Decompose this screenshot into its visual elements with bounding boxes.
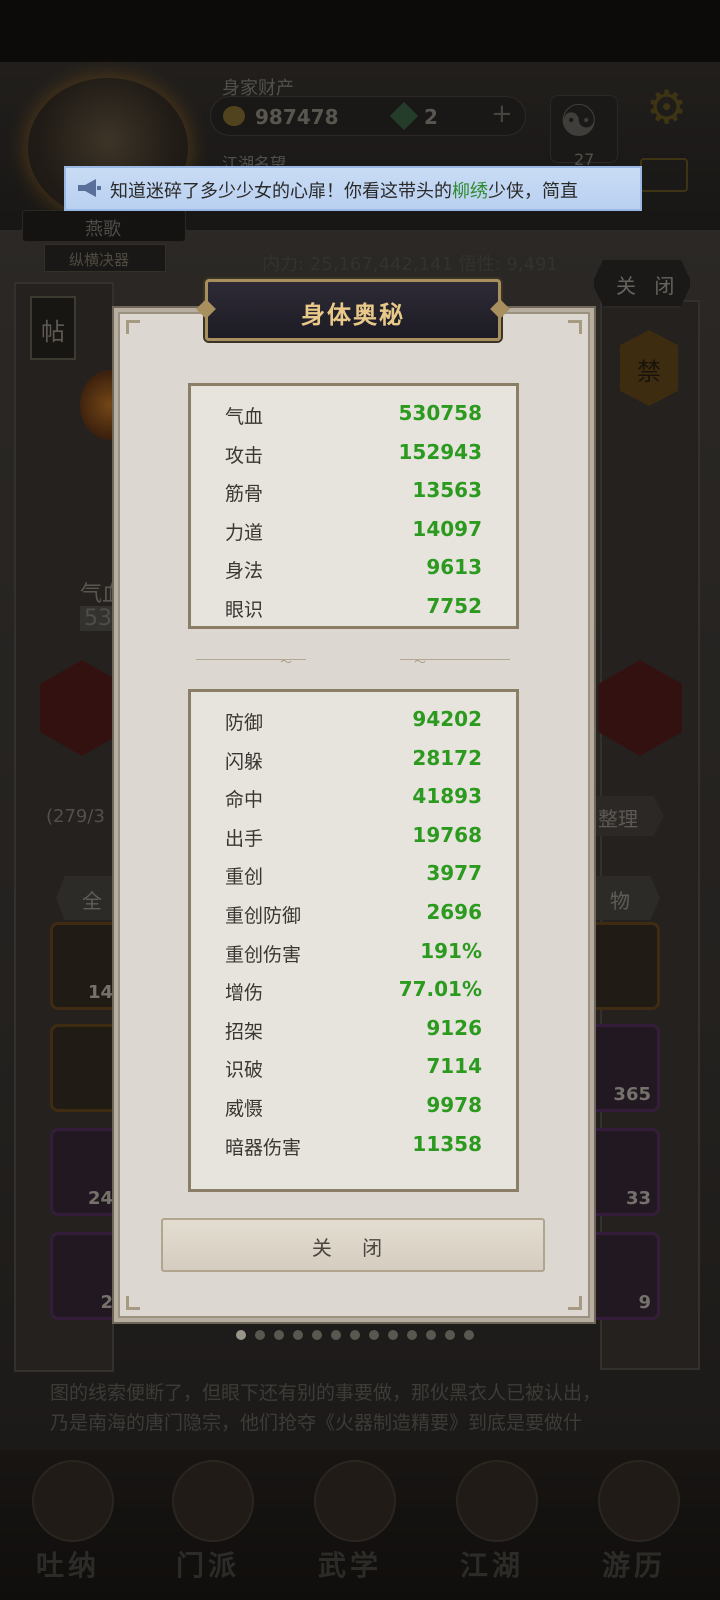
stat-value: 28172	[412, 745, 482, 770]
stat-label: 闪躲	[225, 750, 264, 773]
stat-row: 防御 94202	[191, 700, 516, 739]
close-dialog-button[interactable]: 关 闭	[161, 1218, 545, 1272]
stat-row: 眼识 7752	[191, 587, 516, 626]
primary-stats-box: 气血 530758 攻击 152943 筋骨 13563 力道 14097 身法 9613 眼识 77…	[188, 383, 519, 629]
stat-label: 气血	[225, 406, 264, 428]
stat-label: 增伤	[225, 982, 264, 1005]
stat-label: 攻击	[225, 444, 264, 467]
stat-label: 重创防御	[225, 904, 302, 927]
stat-label: 力道	[225, 521, 264, 544]
page-dot[interactable]	[388, 1330, 398, 1340]
corner-ornament	[126, 1296, 140, 1310]
stat-row: 力道 14097	[191, 510, 516, 549]
stat-row: 出手 19768	[191, 816, 516, 855]
stat-value: 9126	[426, 1015, 482, 1040]
stat-row: 暗器伤害 11358	[191, 1125, 516, 1164]
stat-value: 9978	[426, 1092, 482, 1117]
stat-value: 11358	[412, 1131, 482, 1156]
stat-label: 招架	[225, 1020, 264, 1043]
stat-row: 增伤 77.01%	[191, 970, 516, 1009]
page-dot[interactable]	[236, 1330, 246, 1340]
marquee-highlight-name[interactable]: 柳绣	[452, 181, 488, 202]
stat-value: 14097	[412, 516, 482, 541]
stat-row: 气血 530758	[191, 394, 516, 433]
stat-row: 招架 9126	[191, 1009, 516, 1048]
page-dot[interactable]	[445, 1330, 455, 1340]
swirl-ornament-icon: 〜	[413, 655, 426, 669]
stat-row: 筋骨 13563	[191, 471, 516, 510]
stat-value: 152943	[398, 439, 483, 464]
corner-ornament	[568, 320, 582, 334]
marquee-text-before: 知道迷碎了多少少女的心扉！你看这带头的	[110, 181, 452, 202]
stat-value: 530758	[398, 401, 483, 425]
page-dot[interactable]	[331, 1330, 341, 1340]
announcement-marquee: 知道迷碎了多少少女的心扉！你看这带头的柳绣少侠，简直	[64, 166, 642, 211]
stat-value: 2696	[426, 899, 482, 924]
stat-value: 94202	[412, 707, 482, 731]
stat-value: 3977	[426, 861, 482, 886]
stat-label: 出手	[225, 827, 264, 850]
scroll-clip	[191, 1167, 516, 1189]
secondary-stats-list: 防御 94202 闪躲 28172 命中 41893 出手 19768 重创 3977 重创防御 26…	[191, 700, 516, 1189]
stat-label: 眼识	[225, 598, 264, 621]
page-dot[interactable]	[426, 1330, 436, 1340]
stat-row: 重创伤害 191%	[191, 932, 516, 971]
stat-value: 77.01%	[398, 977, 482, 1002]
stat-value: 191%	[420, 938, 482, 963]
page-dot[interactable]	[369, 1330, 379, 1340]
megaphone-icon	[78, 179, 101, 197]
stat-label: 命中	[225, 789, 264, 812]
stat-value: 7752	[426, 593, 482, 618]
stat-row: 命中 41893	[191, 777, 516, 816]
page-indicator	[236, 1330, 476, 1342]
stat-row: 威慑 9978	[191, 1086, 516, 1125]
stat-value: 13563	[412, 478, 482, 503]
marquee-text: 知道迷碎了多少少女的心扉！你看这带头的柳绣少侠，简直	[110, 177, 638, 203]
swirl-ornament-icon: 〜	[280, 655, 293, 669]
corner-ornament	[568, 1296, 582, 1310]
stat-row: 重创 3977	[191, 854, 516, 893]
page-dot[interactable]	[464, 1330, 474, 1340]
close-dialog-label: 关 闭	[311, 1236, 395, 1260]
page-dot[interactable]	[274, 1330, 284, 1340]
secondary-stats-box[interactable]: 防御 94202 闪躲 28172 命中 41893 出手 19768 重创 3977 重创防御 26…	[188, 689, 519, 1192]
page-dot[interactable]	[350, 1330, 360, 1340]
stat-label: 威慑	[225, 1097, 264, 1120]
stat-value: 19768	[412, 822, 482, 847]
stat-row: 身法 9613	[191, 548, 516, 587]
marquee-text-after: 少侠，简直	[488, 181, 578, 202]
dialog-title-plate: 身体奥秘	[205, 279, 501, 341]
stat-row: 识破 7114	[191, 1047, 516, 1086]
page-dot[interactable]	[312, 1330, 322, 1340]
page-dot[interactable]	[293, 1330, 303, 1340]
stat-label: 暗器伤害	[225, 1136, 302, 1159]
stat-value: 9613	[426, 555, 482, 580]
stat-label: 识破	[225, 1059, 264, 1082]
stat-value: 41893	[412, 784, 482, 809]
primary-stats-list: 气血 530758 攻击 152943 筋骨 13563 力道 14097 身法 9613 眼识 77…	[191, 394, 516, 626]
divider-line	[400, 659, 510, 660]
dialog-title: 身体奥秘	[301, 301, 405, 329]
stat-row: 闪躲 28172	[191, 739, 516, 778]
page-dot[interactable]	[255, 1330, 265, 1340]
stat-label: 防御	[225, 712, 264, 734]
stat-value: 7114	[426, 1054, 482, 1079]
stat-row: 重创防御 2696	[191, 893, 516, 932]
page-dot[interactable]	[407, 1330, 417, 1340]
corner-ornament	[126, 320, 140, 334]
stat-label: 身法	[225, 560, 264, 583]
stat-row: 攻击 152943	[191, 433, 516, 472]
stat-label: 筋骨	[225, 483, 264, 506]
section-divider: 〜 〜	[196, 655, 510, 669]
stat-label: 重创伤害	[225, 943, 302, 966]
stat-label: 重创	[225, 866, 264, 889]
